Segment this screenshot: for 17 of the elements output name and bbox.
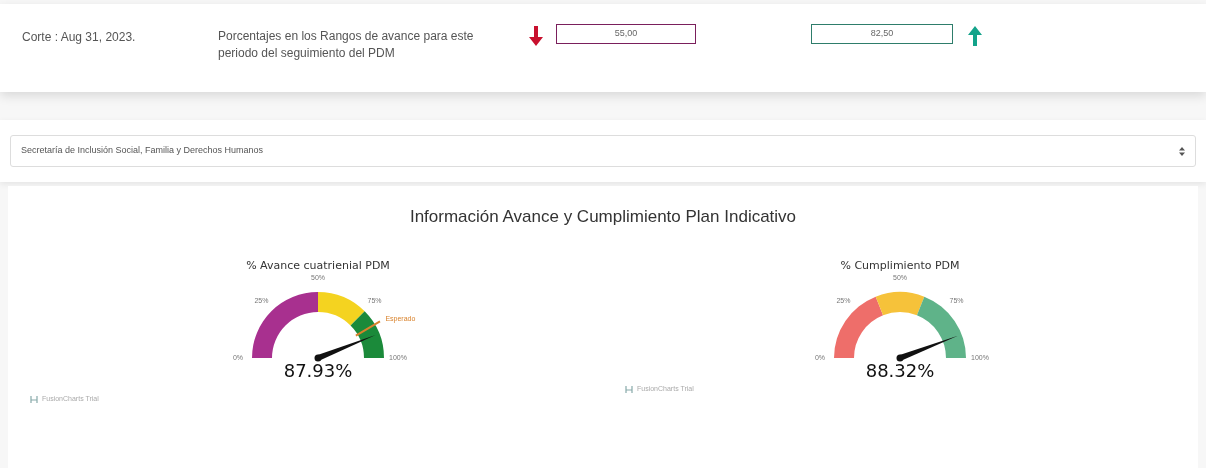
select-caret-icon xyxy=(1179,146,1185,156)
arrow-down-icon xyxy=(528,26,544,46)
panel-title: Información Avance y Cumplimiento Plan Indicativo xyxy=(408,206,798,228)
low-range-field[interactable]: 55,00 xyxy=(556,24,696,44)
range-description: Porcentajes en los Rangos de avance para este periodo del seguimiento del PDM xyxy=(218,28,475,62)
gauge-needle xyxy=(314,335,376,362)
gauge-value: 88.32% xyxy=(865,362,935,380)
expected-marker xyxy=(354,320,381,337)
chart-logo-icon xyxy=(30,394,38,404)
chart-logo-icon xyxy=(625,384,633,394)
gauge-value: 87.93% xyxy=(283,362,353,380)
arrow-up-icon xyxy=(967,26,983,46)
secretaria-select[interactable]: Secretaría de Inclusión Social, Familia y Derechos Humanos xyxy=(10,135,1196,167)
high-range-field[interactable]: 82,50 xyxy=(811,24,953,44)
cutoff-date: Corte : Aug 31, 2023. xyxy=(22,29,137,46)
gauge-title: % Cumplimiento PDM xyxy=(840,257,960,274)
gauge-title: % Avance cuatrienial PDM xyxy=(246,257,390,274)
